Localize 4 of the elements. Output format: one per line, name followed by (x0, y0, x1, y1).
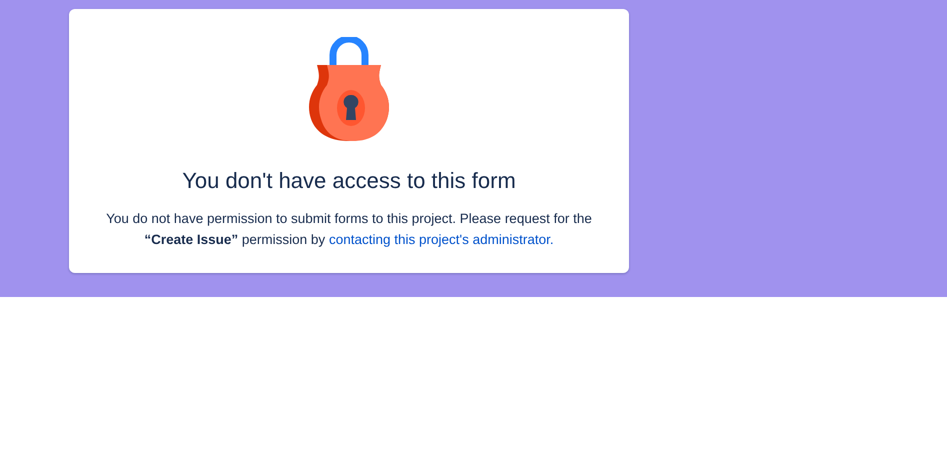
administrator-link[interactable]: contacting this project's administrator. (328, 232, 554, 247)
card-title: You don't have access to this form (182, 168, 516, 194)
permission-message: You do not have permission to submit forms to this project. Please request for the “Create Issue” permission by contacting this project's administrator. (105, 210, 593, 249)
padlock-icon (307, 37, 391, 143)
